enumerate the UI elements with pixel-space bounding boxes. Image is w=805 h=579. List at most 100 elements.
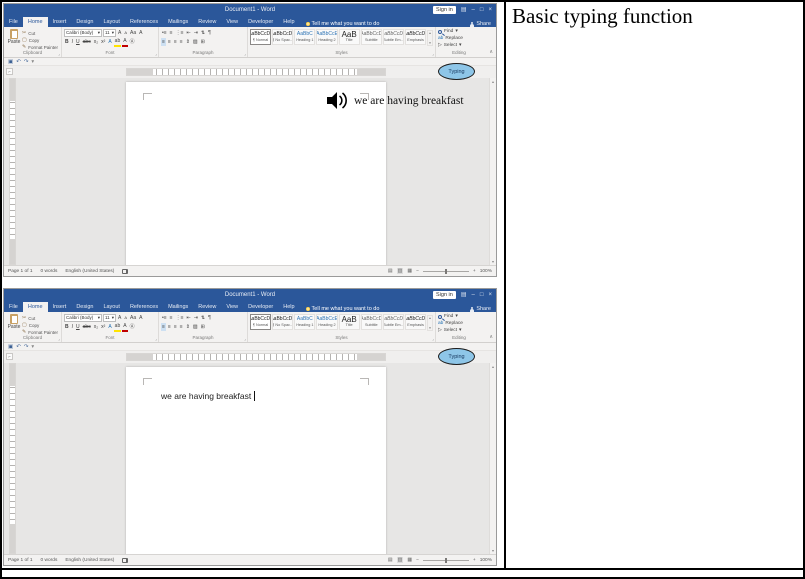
align-left-icon[interactable]: ≡ [161, 38, 166, 46]
sort-icon[interactable]: ⇅ [200, 314, 206, 322]
style-title[interactable]: AaBTitle [339, 314, 360, 330]
shading-icon[interactable]: ▨ [192, 38, 199, 46]
tab-view[interactable]: View [221, 302, 243, 312]
tab-home[interactable]: Home [23, 17, 48, 27]
zoom-slider[interactable] [423, 271, 469, 272]
scroll-down-icon[interactable]: ▾ [492, 259, 494, 264]
copy-button[interactable]: ▢Copy [22, 37, 58, 43]
shading-icon[interactable]: ▨ [192, 323, 199, 331]
customize-qat-icon[interactable]: ▾ [31, 59, 34, 65]
strikethrough-button[interactable]: abc [82, 323, 92, 331]
subscript-button[interactable]: x₂ [93, 38, 99, 46]
style-heading-1[interactable]: AaBbCHeading 1 [294, 314, 315, 330]
underline-button[interactable]: U [75, 38, 81, 46]
document-canvas[interactable]: we are having breakfast ▴ ▾ [4, 363, 496, 554]
justify-icon[interactable]: ≡ [179, 323, 184, 331]
line-spacing-icon[interactable]: ⇕ [185, 323, 191, 331]
styles-dialog-launcher-icon[interactable]: ⌟ [432, 52, 434, 56]
vertical-scrollbar[interactable]: ▴ ▾ [489, 78, 496, 265]
zoom-slider-thumb[interactable] [445, 558, 447, 563]
style-normal[interactable]: AaBbCcDd¶ Normal [250, 314, 271, 330]
change-case-button[interactable]: Aa [129, 29, 137, 37]
language-status[interactable]: English (United States) [65, 269, 114, 274]
tab-file[interactable]: File [4, 17, 23, 27]
paragraph-dialog-launcher-icon[interactable]: ⌟ [244, 337, 246, 341]
style-heading-2[interactable]: AaBbCcEHeading 2 [316, 314, 337, 330]
decrease-indent-icon[interactable]: ⇤ [186, 29, 192, 37]
numbering-icon[interactable]: ≡ [169, 29, 174, 37]
tab-home[interactable]: Home [23, 302, 48, 312]
font-color-button[interactable]: A [122, 37, 127, 47]
collapse-ribbon-icon[interactable]: ∧ [489, 49, 493, 55]
tab-references[interactable]: References [125, 17, 163, 27]
font-name-combo[interactable]: Calibri (Body)▾ [64, 314, 102, 322]
paragraph-dialog-launcher-icon[interactable]: ⌟ [244, 52, 246, 56]
print-layout-icon[interactable]: ▥ [397, 557, 404, 563]
line-spacing-icon[interactable]: ⇕ [185, 38, 191, 46]
redo-icon[interactable]: ↷ [24, 344, 29, 350]
customize-qat-icon[interactable]: ▾ [31, 344, 34, 350]
style-no-spacing[interactable]: AaBbCcDd¶ No Spac... [272, 314, 293, 330]
font-dialog-launcher-icon[interactable]: ⌟ [155, 52, 157, 56]
font-name-combo[interactable]: Calibri (Body)▾ [64, 29, 102, 37]
clipboard-dialog-launcher-icon[interactable]: ⌟ [58, 52, 60, 56]
cut-button[interactable]: ✂Cut [22, 315, 58, 321]
tab-design[interactable]: Design [71, 17, 98, 27]
undo-icon[interactable]: ↶ [16, 59, 21, 65]
style-subtle-emphasis[interactable]: AaBbCcDdSubtle Em... [383, 29, 404, 45]
proofing-icon[interactable] [122, 558, 128, 563]
select-button[interactable]: ▷Select▾ [438, 327, 480, 334]
tab-help[interactable]: Help [278, 302, 299, 312]
horizontal-ruler[interactable] [126, 353, 386, 361]
underline-button[interactable]: U [75, 323, 81, 331]
superscript-button[interactable]: x² [100, 38, 106, 46]
style-heading-2[interactable]: AaBbCcEHeading 2 [316, 29, 337, 45]
italic-button[interactable]: I [71, 323, 74, 331]
increase-indent-icon[interactable]: ⇥ [193, 314, 199, 322]
ribbon-display-options-icon[interactable]: ▤ [461, 6, 467, 14]
paste-button[interactable]: Paste [6, 313, 22, 335]
style-emphasis[interactable]: AaBbCcDdEmphasis [405, 29, 426, 45]
superscript-button[interactable]: x² [100, 323, 106, 331]
change-case-button[interactable]: Aa [129, 314, 137, 322]
tab-developer[interactable]: Developer [243, 302, 278, 312]
tab-developer[interactable]: Developer [243, 17, 278, 27]
tab-references[interactable]: References [125, 302, 163, 312]
word-count[interactable]: 0 words [41, 558, 58, 563]
tab-view[interactable]: View [221, 17, 243, 27]
find-button[interactable]: Find▾ [438, 313, 480, 320]
word-count[interactable]: 0 words [41, 269, 58, 274]
find-button[interactable]: Find▾ [438, 28, 480, 35]
collapse-ribbon-icon[interactable]: ∧ [489, 334, 493, 340]
tab-selector[interactable]: ⌐ [6, 353, 13, 360]
style-no-spacing[interactable]: AaBbCcDd¶ No Spac... [272, 29, 293, 45]
style-title[interactable]: AaBTitle [339, 29, 360, 45]
cut-button[interactable]: ✂Cut [22, 30, 58, 36]
save-icon[interactable]: ▣ [8, 59, 13, 65]
font-size-combo[interactable]: 11▾ [103, 29, 116, 37]
bold-button[interactable]: B [64, 38, 70, 46]
close-icon[interactable]: × [488, 291, 492, 299]
page-count[interactable]: Page 1 of 1 [8, 269, 33, 274]
tab-design[interactable]: Design [71, 302, 98, 312]
shrink-font-button[interactable]: A [123, 314, 128, 322]
font-dialog-launcher-icon[interactable]: ⌟ [155, 337, 157, 341]
tab-help[interactable]: Help [278, 17, 299, 27]
font-size-combo[interactable]: 11▾ [103, 314, 116, 322]
numbering-icon[interactable]: ≡ [169, 314, 174, 322]
tab-review[interactable]: Review [193, 17, 221, 27]
read-mode-icon[interactable]: ▤ [388, 557, 393, 563]
tab-mailings[interactable]: Mailings [163, 17, 193, 27]
sort-icon[interactable]: ⇅ [200, 29, 206, 37]
language-status[interactable]: English (United States) [65, 558, 114, 563]
strikethrough-button[interactable]: abc [82, 38, 92, 46]
align-left-icon[interactable]: ≡ [161, 323, 166, 331]
vertical-ruler[interactable] [9, 363, 16, 554]
document-canvas[interactable]: we are having breakfast ▴ ▾ [4, 78, 496, 265]
document-page[interactable]: we are having breakfast [126, 367, 386, 554]
replace-button[interactable]: abReplace [438, 320, 480, 327]
align-center-icon[interactable]: ≡ [167, 323, 172, 331]
clipboard-dialog-launcher-icon[interactable]: ⌟ [58, 337, 60, 341]
grow-font-button[interactable]: A [117, 314, 122, 322]
close-icon[interactable]: × [488, 6, 492, 14]
